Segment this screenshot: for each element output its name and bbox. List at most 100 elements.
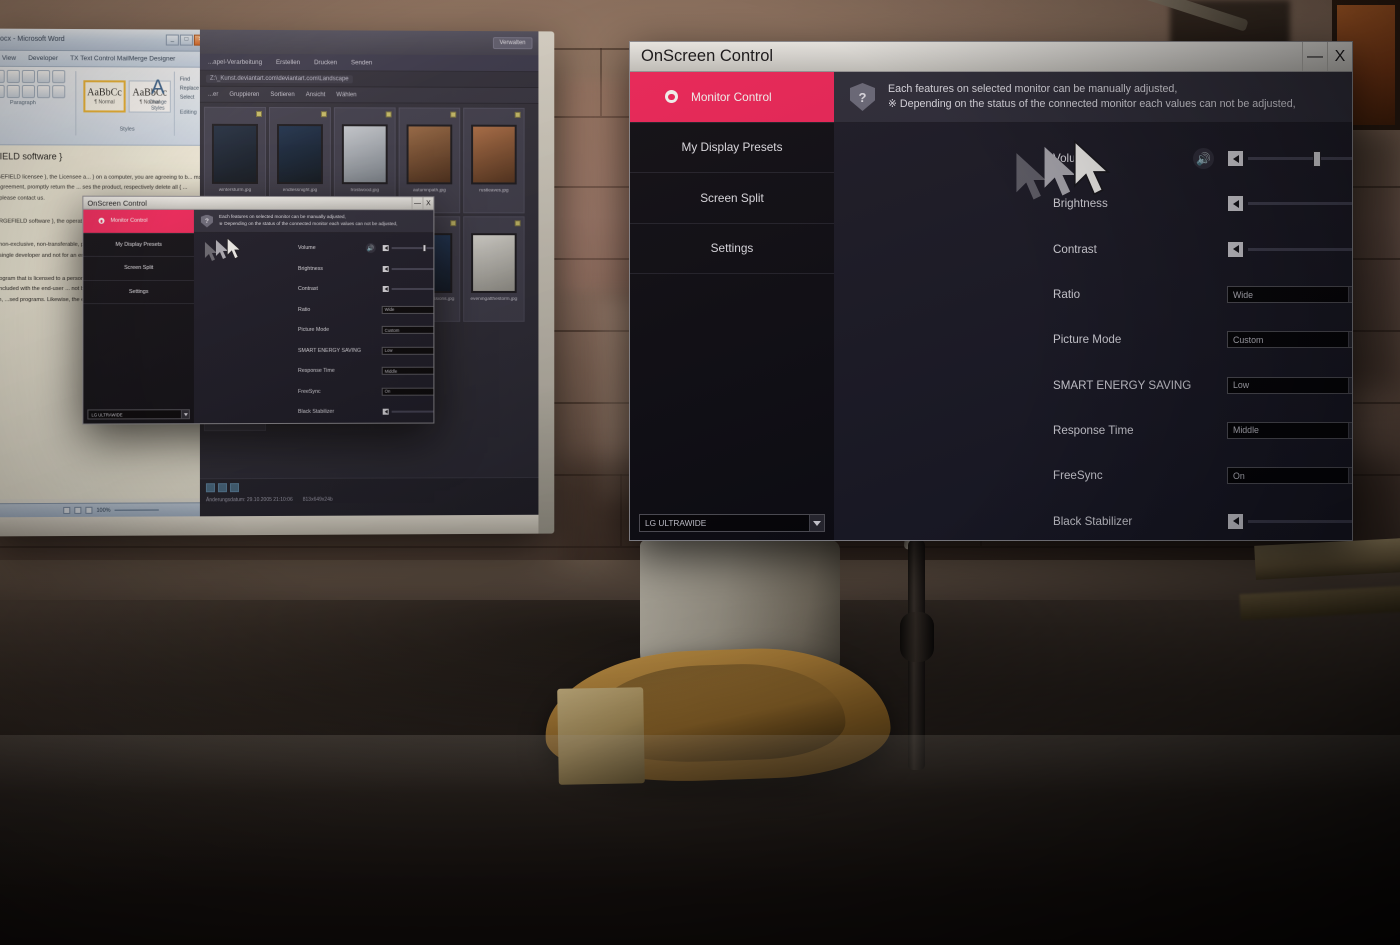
onscreen-control-window-reflection[interactable]: OnScreen Control — X Monitor Control My … (82, 195, 435, 425)
decrement-button[interactable] (381, 285, 390, 294)
chevron-down-icon[interactable] (1348, 422, 1352, 438)
word-style-normal-selected[interactable]: AaBbCc ¶ Normal (83, 80, 126, 113)
lock-icon (450, 220, 457, 227)
speaker-icon[interactable]: 🔊 (365, 243, 376, 254)
sidebar-item-monitor-control[interactable]: Monitor Control (630, 72, 834, 123)
smart-energy-saving-dropdown[interactable]: Low (381, 346, 434, 355)
word-select-button[interactable]: Select (180, 95, 199, 101)
control-row-picture-mode: Picture Mode Custom (834, 317, 1352, 362)
control-row-black-stabilizer: Black Stabilizer 50 (834, 498, 1352, 540)
word-find-button[interactable]: Find (180, 77, 199, 83)
word-tab-2[interactable]: Developer (28, 55, 58, 62)
close-button[interactable]: X (422, 197, 434, 210)
word-tab-1[interactable]: View (2, 55, 16, 62)
help-shield-icon: ? (850, 83, 875, 111)
ratio-dropdown[interactable]: Wide (381, 305, 434, 314)
minimize-button[interactable]: — (411, 197, 423, 210)
control-row-freesync: FreeSync On (834, 453, 1352, 498)
control-row-freesync: FreeSync On (194, 381, 434, 402)
speaker-icon[interactable]: 🔊 (1193, 148, 1214, 170)
slider-track[interactable] (391, 244, 434, 253)
decrement-button[interactable] (1227, 240, 1244, 258)
change-styles-icon[interactable]: A (151, 77, 164, 100)
chevron-down-icon[interactable] (1348, 287, 1352, 303)
slider-track[interactable] (391, 267, 434, 270)
toolbar-item-1[interactable]: Gruppieren (229, 91, 259, 97)
list-item[interactable]: eveningatthestorm.jpg (463, 216, 525, 322)
slider-track[interactable] (391, 410, 434, 413)
picture-mode-dropdown[interactable]: Custom (1227, 331, 1352, 349)
word-ribbon-tabs[interactable]: ...er View Developer TX Text Control Mai… (0, 50, 210, 68)
word-minimize-button[interactable]: _ (165, 34, 179, 46)
path-bar[interactable]: Z:\_Kunst.deviantart.com\deviantart.com\… (199, 70, 539, 89)
control-label: Volume (297, 245, 316, 252)
picture-mode-dropdown[interactable]: Custom (381, 326, 434, 335)
detail-view-icon[interactable] (229, 483, 239, 493)
word-tab-3[interactable]: TX Text Control MailMerge Designer (70, 55, 175, 62)
toolbar-item-3[interactable]: Ansicht (306, 92, 326, 98)
slider-track[interactable] (391, 288, 434, 291)
decrement-button[interactable] (381, 407, 390, 416)
toolbar-item-2[interactable]: Sortieren (270, 92, 294, 98)
control-label: Contrast (1053, 242, 1097, 256)
decrement-button[interactable] (1227, 195, 1244, 213)
word-replace-button[interactable]: Replace (180, 86, 199, 92)
menu-item-3[interactable]: Senden (351, 59, 372, 66)
grid-view-icon[interactable] (205, 483, 215, 493)
decrement-button[interactable] (381, 244, 390, 253)
sidebar-item-screen-split[interactable]: Screen Split (630, 173, 834, 224)
monitor-select-dropdown[interactable]: LG ULTRAWIDE (639, 514, 825, 532)
list-item[interactable]: rustleaves.jpg (463, 107, 525, 214)
slider-track[interactable] (1248, 150, 1352, 167)
zoom-slider[interactable] (114, 509, 159, 511)
slider-track[interactable] (1248, 247, 1352, 251)
sidebar-item-monitor-control[interactable]: Monitor Control (83, 209, 194, 234)
toolbar-item-4[interactable]: Wählen (336, 92, 356, 98)
window-controls[interactable]: — X (1302, 42, 1352, 71)
view-mode-icons[interactable] (205, 482, 533, 493)
minimize-button[interactable]: — (1302, 42, 1327, 71)
onscreen-control-window[interactable]: OnScreen Control — X Monitor Control My … (629, 41, 1353, 541)
control-row-picture-mode: Picture Mode Custom (194, 320, 434, 341)
response-time-dropdown[interactable]: Middle (381, 366, 434, 376)
menu-item-0[interactable]: ...apel-Verarbeitung (208, 58, 262, 65)
slider-track[interactable] (1248, 202, 1352, 206)
chevron-down-icon[interactable] (180, 410, 189, 419)
word-maximize-button[interactable]: □ (179, 34, 193, 46)
response-time-dropdown[interactable]: Middle (1227, 421, 1352, 439)
sidebar-item-settings[interactable]: Settings (630, 224, 834, 274)
word-zoom-level[interactable]: 100% (96, 507, 110, 513)
freesync-dropdown[interactable]: On (1227, 467, 1352, 485)
word-ribbon[interactable]: Paragraph AaBbCc ¶ Normal AaBbCc ¶ Norma… (0, 66, 210, 146)
sidebar[interactable]: Monitor Control My Display Presets Scree… (83, 209, 194, 424)
monitor-select-dropdown[interactable]: LG ULTRAWIDE (87, 409, 190, 420)
chevron-down-icon[interactable] (1348, 468, 1352, 484)
toolbar-item-0[interactable]: ...er (208, 91, 218, 97)
decrement-button[interactable] (1227, 512, 1244, 530)
close-button[interactable]: X (1327, 42, 1352, 71)
chevron-down-icon[interactable] (809, 515, 824, 531)
decrement-button[interactable] (1227, 150, 1244, 168)
sidebar-item-settings[interactable]: Settings (83, 280, 194, 305)
freesync-dropdown[interactable]: On (381, 387, 434, 396)
menu-item-2[interactable]: Drucken (314, 59, 337, 66)
sidebar-item-my-display-presets[interactable]: My Display Presets (630, 123, 834, 173)
lock-icon (514, 220, 521, 227)
decrement-button[interactable] (381, 264, 390, 273)
smart-energy-saving-dropdown[interactable]: Low (1227, 376, 1352, 394)
chevron-down-icon[interactable] (1348, 377, 1352, 393)
slider-track[interactable] (1248, 519, 1352, 523)
ratio-dropdown[interactable]: Wide (1227, 286, 1352, 304)
manage-button[interactable]: Verwalten (492, 37, 533, 50)
sidebar-item-my-display-presets[interactable]: My Display Presets (83, 233, 194, 257)
window-controls[interactable]: — X (411, 197, 434, 210)
photo-manager-toolbar[interactable]: ...er Gruppieren Sortieren Ansicht Wähle… (199, 86, 539, 104)
photo-manager-menubar[interactable]: ...apel-Verarbeitung Erstellen Drucken S… (199, 53, 539, 73)
sidebar-item-screen-split[interactable]: Screen Split (83, 256, 194, 281)
sidebar[interactable]: Monitor Control My Display Presets Scree… (630, 72, 834, 540)
menu-item-1[interactable]: Erstellen (276, 59, 300, 66)
list-view-icon[interactable] (217, 483, 227, 493)
dropdown-value: Custom (384, 327, 400, 333)
chevron-down-icon[interactable] (1348, 332, 1352, 348)
window-title: OnScreen Control (641, 47, 774, 65)
